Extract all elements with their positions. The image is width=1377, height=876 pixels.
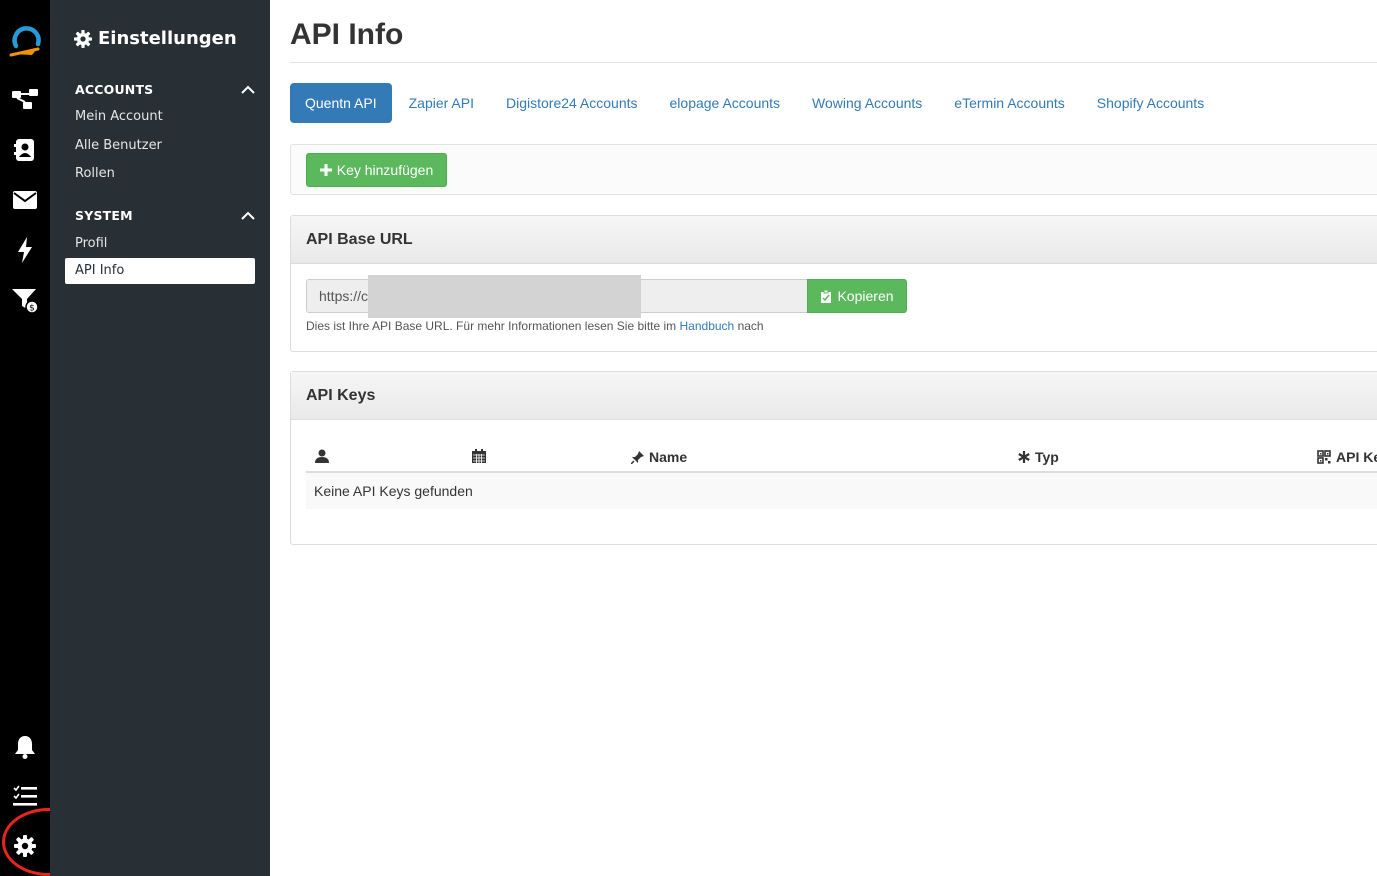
tab-shopify-accounts[interactable]: Shopify Accounts xyxy=(1082,83,1219,123)
plus-icon xyxy=(319,164,332,176)
sidebar-item-api-info[interactable]: API Info xyxy=(65,258,255,284)
section-accounts[interactable]: ACCOUNTS xyxy=(75,82,255,97)
tab-zapier-api[interactable]: Zapier API xyxy=(394,83,489,123)
help-text-prefix: Dies ist Ihre API Base URL. Für mehr Inf… xyxy=(306,319,677,333)
help-text-suffix: nach xyxy=(737,319,764,333)
app-window: $ Einstellungen ACCOUNTS Mein Account Al… xyxy=(0,0,1377,876)
api-base-url-panel: API Base URL https://c Kopieren Dies ist… xyxy=(290,215,1377,352)
sidebar-title: Einstellungen xyxy=(74,28,237,49)
section-system[interactable]: SYSTEM xyxy=(75,208,255,223)
bolt-icon[interactable] xyxy=(10,235,40,265)
icon-rail: $ xyxy=(0,0,50,876)
chevron-up-icon xyxy=(241,85,255,94)
empty-state-text: Keine API Keys gefunden xyxy=(314,483,473,499)
asterisk-icon xyxy=(1018,451,1030,463)
sales-filter-icon[interactable]: $ xyxy=(10,285,40,315)
funnel-flow-icon[interactable] xyxy=(10,84,40,114)
table-row: Keine API Keys gefunden xyxy=(306,473,1377,509)
sidebar-item-rollen[interactable]: Rollen xyxy=(75,166,115,181)
redaction-overlay xyxy=(368,275,641,318)
pin-icon xyxy=(631,450,644,464)
actions-toolbar: Key hinzufügen xyxy=(290,144,1377,195)
calendar-icon xyxy=(472,449,486,463)
tab-etermin-accounts[interactable]: eTermin Accounts xyxy=(939,83,1080,123)
copy-button[interactable]: Kopieren xyxy=(807,279,907,313)
base-url-help: Dies ist Ihre API Base URL. Für mehr Inf… xyxy=(306,319,764,333)
tab-digistore24-accounts[interactable]: Digistore24 Accounts xyxy=(491,83,653,123)
sidebar-item-alle-benutzer[interactable]: Alle Benutzer xyxy=(75,138,162,153)
gear-icon xyxy=(74,29,92,48)
clipboard-icon xyxy=(821,289,832,303)
column-date[interactable] xyxy=(472,449,491,463)
section-accounts-label: ACCOUNTS xyxy=(75,82,154,97)
user-icon xyxy=(315,449,329,463)
sidebar-item-profil[interactable]: Profil xyxy=(75,236,107,251)
panel-title: API Base URL xyxy=(291,216,1377,264)
contacts-icon[interactable] xyxy=(10,135,40,165)
column-api-key[interactable]: API Ke xyxy=(1317,449,1377,465)
svg-text:$: $ xyxy=(29,304,35,314)
handbook-link[interactable]: Handbuch xyxy=(680,319,735,333)
title-divider xyxy=(290,62,1377,63)
logo-icon[interactable] xyxy=(8,24,44,58)
chevron-up-icon xyxy=(241,211,255,220)
mail-icon[interactable] xyxy=(10,185,40,215)
gear-icon[interactable] xyxy=(10,831,40,861)
column-type[interactable]: Typ xyxy=(1018,449,1059,465)
tab-elopage-accounts[interactable]: elopage Accounts xyxy=(655,83,796,123)
page-title: API Info xyxy=(290,18,404,51)
settings-sidebar: Einstellungen ACCOUNTS Mein Account Alle… xyxy=(50,0,270,876)
tab-quentn-api[interactable]: Quentn API xyxy=(290,83,392,123)
add-key-label: Key hinzufügen xyxy=(336,162,434,178)
qrcode-icon xyxy=(1317,450,1331,464)
bell-icon[interactable] xyxy=(10,732,40,762)
section-system-label: SYSTEM xyxy=(75,208,133,223)
panel-title: API Keys xyxy=(291,372,1377,420)
column-name[interactable]: Name xyxy=(631,449,687,465)
column-name-label: Name xyxy=(649,449,688,465)
copy-label: Kopieren xyxy=(837,288,894,304)
api-keys-panel: API Keys Name Typ API Ke Keine API Keys … xyxy=(290,371,1377,545)
tab-wowing-accounts[interactable]: Wowing Accounts xyxy=(797,83,937,123)
column-type-label: Typ xyxy=(1035,449,1059,465)
column-api-key-label: API Ke xyxy=(1336,449,1377,465)
column-user[interactable] xyxy=(315,449,334,463)
add-key-button[interactable]: Key hinzufügen xyxy=(306,153,447,187)
sidebar-item-mein-account[interactable]: Mein Account xyxy=(75,109,163,124)
base-url-value: https://c xyxy=(319,288,369,304)
tasks-icon[interactable] xyxy=(10,781,40,811)
sidebar-title-label: Einstellungen xyxy=(98,28,237,49)
api-tabs: Quentn API Zapier API Digistore24 Accoun… xyxy=(290,83,1221,123)
main-content: API Info Quentn API Zapier API Digistore… xyxy=(270,0,1377,876)
